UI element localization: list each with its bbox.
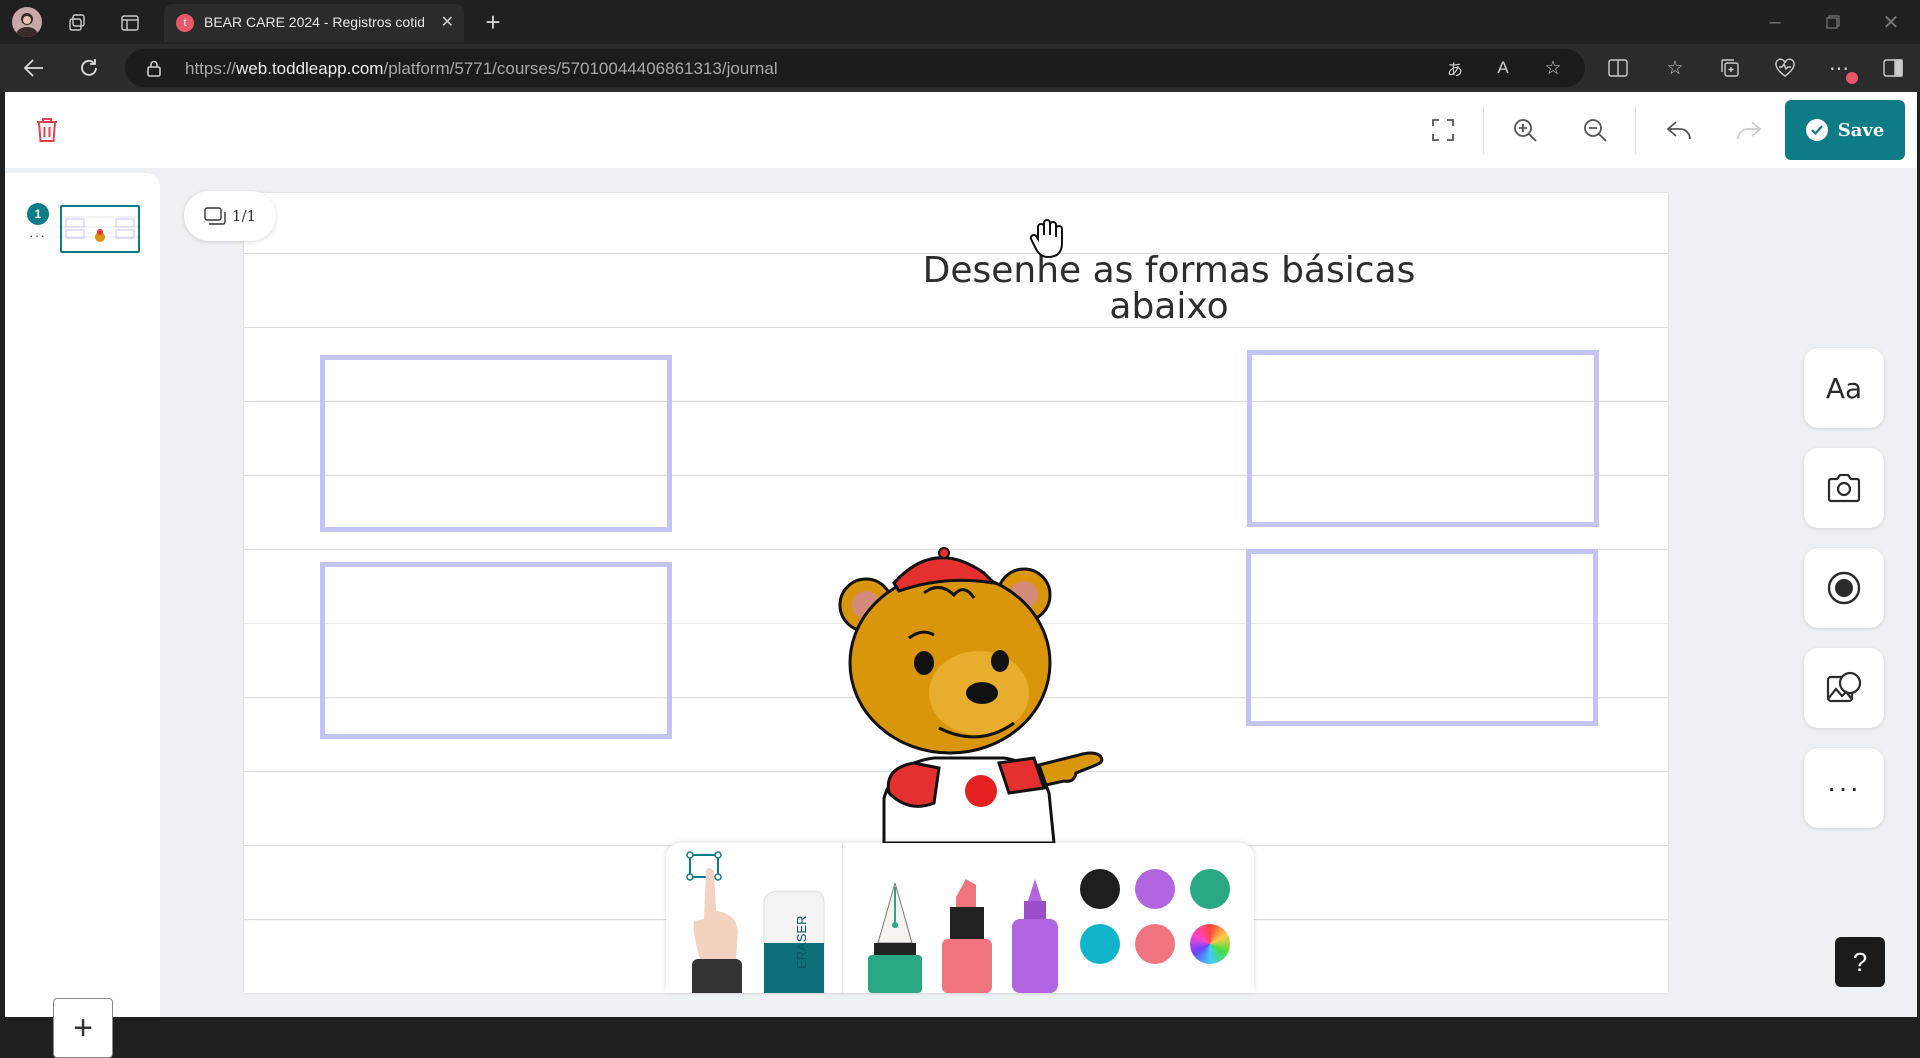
text-tool-icon[interactable]: Aa [1804, 348, 1884, 428]
address-field[interactable]: https://web.toddleapp.com/platform/5771/… [125, 49, 1585, 87]
toolbar-divider [842, 843, 843, 993]
pages-sidebar: 1 ··· + [5, 173, 160, 1058]
url-prefix: https:// [185, 59, 237, 78]
minimize-icon[interactable]: – [1760, 8, 1790, 36]
translate-icon[interactable]: あ [1443, 57, 1467, 79]
canvas-title-line1: Desenhe as formas básicas [922, 250, 1416, 291]
shape-box-top-right [1247, 350, 1599, 527]
profile-avatar[interactable] [12, 7, 42, 37]
undo-icon[interactable] [1661, 112, 1697, 148]
pen-tool[interactable] [864, 881, 926, 993]
tab-actions-icon[interactable] [117, 10, 143, 36]
canvas-title-line2: abaixo [1109, 286, 1229, 327]
lock-icon[interactable] [145, 59, 163, 77]
more-icon[interactable]: ⋯ [1826, 56, 1858, 84]
drawing-toolbar: ERASER [666, 843, 1254, 993]
color-wheel-icon[interactable] [1190, 924, 1230, 964]
select-hand-tool[interactable] [686, 851, 748, 993]
image-icon[interactable] [1804, 648, 1884, 728]
hand-cursor-icon [1029, 219, 1063, 259]
editor-toolbar: Save [5, 92, 1917, 168]
split-screen-icon[interactable] [1605, 56, 1631, 80]
url-text: https://web.toddleapp.com/platform/5771/… [185, 59, 778, 79]
drawing-canvas[interactable]: Desenhe as formas básicas abaixo ERASER [244, 193, 1668, 993]
save-button[interactable]: Save [1785, 100, 1905, 160]
close-tab-icon[interactable]: ✕ [441, 12, 454, 32]
page-counter[interactable]: 1/1 [184, 191, 276, 241]
toolbar-divider [1635, 106, 1636, 154]
favorite-icon[interactable]: ☆ [1541, 57, 1565, 79]
fullscreen-icon[interactable] [1425, 112, 1461, 148]
canvas-title: Desenhe as formas básicas abaixo [884, 253, 1454, 325]
zoom-out-icon[interactable] [1577, 112, 1613, 148]
color-pink[interactable] [1135, 924, 1175, 964]
read-aloud-icon[interactable]: A [1491, 57, 1515, 79]
close-window-icon[interactable]: ✕ [1876, 8, 1906, 36]
back-icon[interactable] [20, 54, 48, 82]
color-green[interactable] [1190, 869, 1230, 909]
add-page-button[interactable]: + [53, 998, 113, 1058]
url-host: web.toddleapp.com [236, 59, 384, 78]
highlighter-tool[interactable] [1006, 879, 1064, 993]
page-count-label: 1/1 [231, 207, 257, 225]
eraser-tool[interactable]: ERASER [760, 889, 826, 993]
collections-icon[interactable] [1717, 56, 1743, 80]
tab-favicon: t [176, 14, 194, 32]
redo-icon[interactable] [1731, 112, 1767, 148]
color-black[interactable] [1080, 869, 1120, 909]
page-number-badge: 1 [27, 203, 49, 225]
browser-essentials-icon[interactable] [1772, 56, 1798, 80]
eraser-label: ERASER [794, 916, 809, 969]
page-thumbnail[interactable] [60, 205, 140, 253]
bear-illustration [838, 547, 1104, 843]
sidebar-icon[interactable] [1880, 56, 1906, 80]
shape-box-bottom-right [1246, 549, 1598, 726]
help-button[interactable]: ? [1835, 937, 1885, 987]
workspaces-icon[interactable] [64, 10, 90, 36]
more-options-icon[interactable]: ··· [1804, 748, 1884, 828]
toolbar-divider [1483, 106, 1484, 154]
page-options-icon[interactable]: ··· [29, 227, 46, 243]
active-tab[interactable]: t BEAR CARE 2024 - Registros cotid ✕ [164, 4, 464, 42]
check-circle-icon [1805, 119, 1828, 141]
record-icon[interactable] [1804, 548, 1884, 628]
color-cyan[interactable] [1080, 924, 1120, 964]
save-label: Save [1837, 119, 1885, 141]
color-purple[interactable] [1135, 869, 1175, 909]
tab-title: BEAR CARE 2024 - Registros cotid [204, 14, 424, 30]
shape-box-top-left [320, 355, 672, 532]
trash-icon[interactable] [29, 112, 65, 148]
browser-tab-bar: t BEAR CARE 2024 - Registros cotid ✕ + –… [0, 0, 1920, 44]
camera-icon[interactable] [1804, 448, 1884, 528]
restore-icon[interactable] [1818, 8, 1848, 36]
favorites-icon[interactable]: ☆ [1662, 56, 1688, 80]
new-tab-icon[interactable]: + [478, 7, 508, 37]
url-path: /platform/5771/courses/57010044406861313… [383, 59, 778, 78]
marker-tool[interactable] [936, 879, 998, 993]
zoom-in-icon[interactable] [1507, 112, 1543, 148]
refresh-icon[interactable] [75, 54, 103, 82]
pages-icon [204, 207, 226, 225]
shape-box-bottom-left [320, 562, 672, 739]
